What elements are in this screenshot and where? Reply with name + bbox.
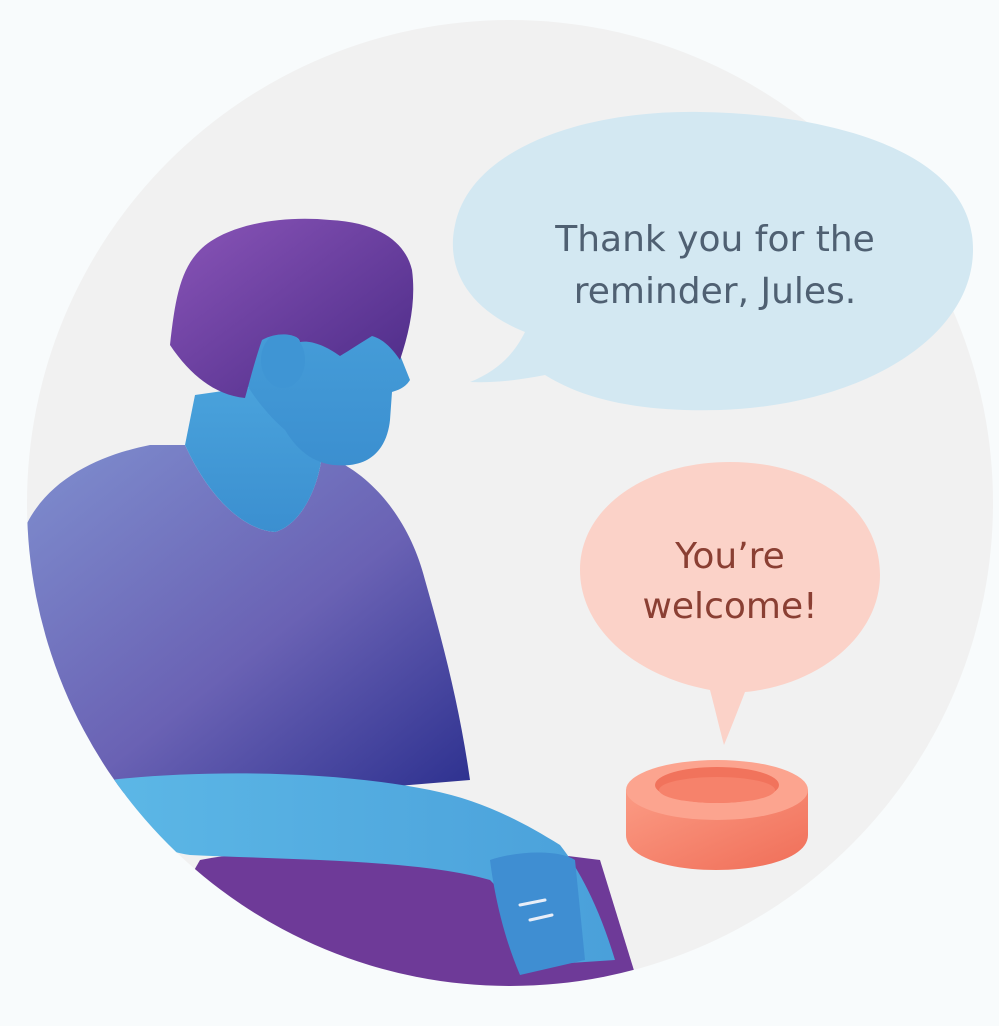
device-speech-text: You’re welcome! bbox=[610, 532, 850, 632]
illustration: Thank you for the reminder, Jules. You’r… bbox=[0, 0, 999, 1026]
scene-artwork bbox=[27, 20, 993, 986]
device-speech-line-1: You’re bbox=[675, 536, 785, 577]
smart-speaker-device bbox=[626, 760, 808, 870]
user-speech-line-2: reminder, Jules. bbox=[573, 271, 857, 312]
device-speech-line-2: welcome! bbox=[642, 586, 818, 627]
person-ear bbox=[261, 332, 305, 388]
user-speech-text: Thank you for the reminder, Jules. bbox=[520, 214, 910, 318]
user-speech-line-1: Thank you for the bbox=[555, 219, 875, 260]
